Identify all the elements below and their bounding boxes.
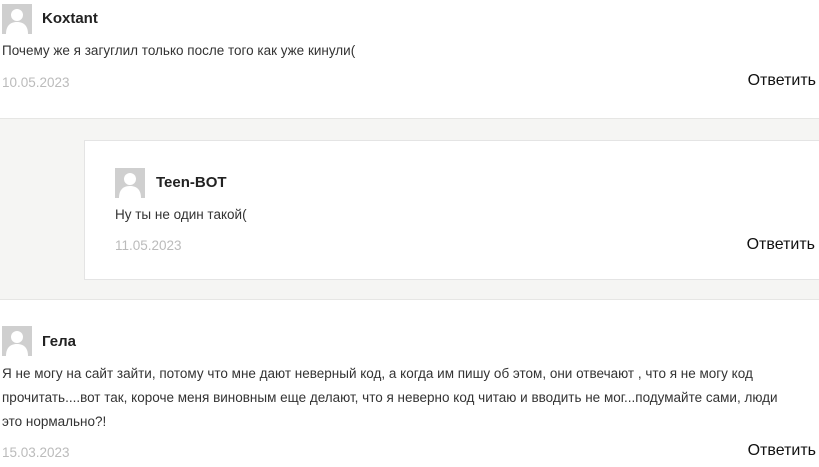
- reply-button[interactable]: Ответить: [748, 442, 816, 460]
- comment-text-line: это нормально?!: [2, 414, 107, 429]
- comment-date: 10.05.2023: [2, 75, 70, 90]
- reply-button[interactable]: Ответить: [748, 72, 816, 90]
- comment-date: 11.05.2023: [115, 238, 182, 253]
- comment-date: 15.03.2023: [2, 445, 70, 460]
- comment-author: Koxtant: [42, 10, 98, 27]
- comment: Koxtant Почему же я загуглил только посл…: [0, 0, 819, 118]
- comment-text-line: Я не могу на сайт зайти, потому что мне …: [2, 366, 753, 381]
- avatar-icon: [2, 326, 32, 356]
- comment-text: Ну ты не один такой(: [115, 207, 247, 222]
- comment-text-line: прочитать....вот так, короче меня виновн…: [2, 390, 778, 405]
- comment: Гела Я не могу на сайт зайти, потому что…: [0, 300, 819, 467]
- comment-author: Teen-BOT: [156, 174, 227, 191]
- comment-text: Я не могу на сайт зайти, потому что мне …: [2, 362, 802, 434]
- comment-reply: Teen-BOT Ну ты не один такой( 11.05.2023…: [84, 140, 819, 280]
- comment-text: Почему же я загуглил только после того к…: [2, 43, 356, 58]
- comment-author: Гела: [42, 333, 76, 350]
- avatar-icon: [2, 4, 32, 34]
- nested-replies: Teen-BOT Ну ты не один такой( 11.05.2023…: [0, 118, 819, 300]
- avatar-icon: [115, 168, 145, 198]
- reply-button[interactable]: Ответить: [747, 236, 815, 254]
